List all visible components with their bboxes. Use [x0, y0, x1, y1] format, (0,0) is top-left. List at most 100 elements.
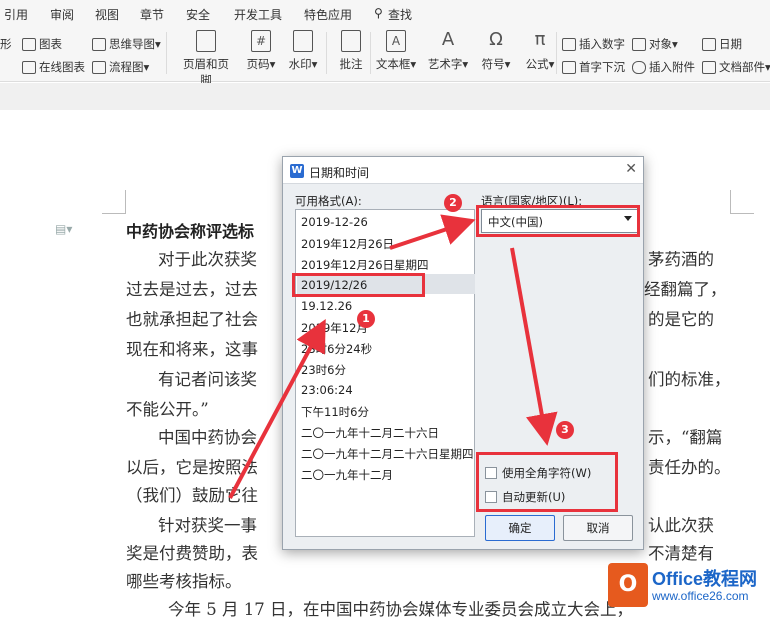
- doc-parts-button[interactable]: 文档部件 ▾: [702, 59, 770, 75]
- menu-security[interactable]: 安全: [186, 6, 210, 23]
- format-item[interactable]: 二〇一九年十二月二十六日: [301, 425, 439, 441]
- doc-line-right: 们的标准，: [648, 370, 731, 389]
- highlight-language: [476, 205, 640, 237]
- watermark-url: www.office26.com: [652, 589, 749, 603]
- watermark-button[interactable]: 水印▾: [280, 30, 326, 72]
- wordart-button[interactable]: A 艺术字▾: [424, 30, 472, 72]
- doc-line: 中国中药协会: [158, 428, 257, 447]
- chart-icon: [22, 37, 36, 51]
- header-footer-button[interactable]: 页眉和页脚: [178, 30, 234, 88]
- dialog-title: 日期和时间: [309, 166, 370, 180]
- office-logo-icon: O: [608, 563, 648, 607]
- mindmap-icon: [92, 37, 106, 51]
- textbox-icon: A: [386, 30, 406, 52]
- step-badge-2: 2: [444, 194, 462, 212]
- pi-icon: π: [534, 29, 546, 50]
- crop-mark: [102, 190, 126, 214]
- flowchart-button[interactable]: 流程图 ▾: [92, 59, 149, 75]
- format-item[interactable]: 2019年12月26日: [301, 236, 394, 252]
- doc-line: 哪些考核指标。: [126, 572, 242, 591]
- symbol-button[interactable]: Ω 符号▾: [474, 30, 518, 72]
- highlight-checkboxes: [476, 452, 618, 512]
- doc-line: 过去是过去，过去: [126, 280, 258, 299]
- site-watermark: O Office教程网 www.office26.com: [608, 563, 766, 607]
- doc-line: 有记者问该奖: [158, 370, 257, 389]
- format-item[interactable]: 二〇一九年十二月二十六日星期四: [301, 446, 474, 462]
- doc-line: 现在和将来，这事: [126, 340, 258, 359]
- calendar-icon: [702, 37, 716, 51]
- doc-parts-icon: [702, 60, 716, 74]
- wps-writer-icon: W: [290, 164, 304, 178]
- shape-button[interactable]: 形: [0, 36, 12, 52]
- dialog-titlebar[interactable]: W 日期和时间 ✕: [283, 157, 643, 184]
- page-number-button[interactable]: # 页码▾: [238, 30, 284, 72]
- ribbon-toolbar: 形 图表 思维导图 ▾ 在线图表 流程图 ▾ 页眉和页脚 # 页码▾ 水印▾ 批注 A…: [0, 26, 770, 87]
- doc-line: （我们）鼓励它往: [126, 486, 258, 505]
- watermark-brand: Office教程网: [652, 569, 758, 589]
- format-item[interactable]: 23:06:24: [301, 383, 353, 397]
- menu-view[interactable]: 视图: [95, 6, 119, 23]
- date-button[interactable]: 日期: [702, 36, 742, 52]
- online-chart-icon: [22, 60, 36, 74]
- online-chart-button[interactable]: 在线图表: [22, 59, 85, 75]
- menu-review[interactable]: 审阅: [50, 6, 74, 23]
- step-badge-1: 1: [357, 310, 375, 328]
- doc-line-right: 认此次获: [648, 516, 714, 535]
- flowchart-icon: [92, 60, 106, 74]
- menu-developer[interactable]: 开发工具: [234, 6, 282, 23]
- format-item[interactable]: 2019年12月26日星期四: [301, 257, 429, 273]
- format-item[interactable]: 2019-12-26: [301, 215, 368, 229]
- wordart-icon: A: [441, 29, 455, 50]
- doc-line-right: 的是它的: [648, 310, 714, 329]
- doc-line: 奖是付费赞助，表: [126, 544, 258, 563]
- drop-cap-button[interactable]: 首字下沉: [562, 59, 625, 75]
- mindmap-button[interactable]: 思维导图 ▾: [92, 36, 161, 52]
- doc-line: 今年 5 月 17 日，在中国中药协会媒体专业委员会成立大会上，: [168, 600, 633, 619]
- format-item[interactable]: 19.12.26: [301, 299, 352, 313]
- drop-cap-icon: [562, 60, 576, 74]
- doc-line-right: 经翻篇了，: [644, 280, 727, 299]
- watermark-icon: [293, 30, 313, 52]
- menu-chapter[interactable]: 章节: [140, 6, 164, 23]
- doc-line-right: 茅药酒的: [648, 250, 714, 269]
- document-title: 中药协会称评选标: [126, 222, 255, 241]
- formats-list[interactable]: 2019-12-26 2019年12月26日 2019年12月26日星期四 20…: [295, 209, 475, 537]
- format-item[interactable]: 23时6分: [301, 362, 346, 378]
- formats-label: 可用格式(A):: [295, 194, 362, 208]
- textbox-button[interactable]: A 文本框▾: [372, 30, 420, 72]
- comment-icon: [341, 30, 361, 52]
- menu-search[interactable]: 查找: [388, 6, 412, 23]
- chart-button[interactable]: 图表: [22, 36, 62, 52]
- object-icon: [632, 37, 646, 51]
- doc-line: 不能公开。”: [126, 400, 209, 419]
- step-badge-3: 3: [556, 421, 574, 439]
- doc-line: 针对获奖一事: [158, 516, 257, 535]
- format-item[interactable]: 23时6分24秒: [301, 341, 372, 357]
- doc-line-right: 责任办的。: [648, 458, 731, 477]
- menu-special[interactable]: 特色应用: [304, 6, 352, 23]
- page-icon[interactable]: ▤▾: [55, 222, 72, 236]
- attachment-button[interactable]: 插入附件: [632, 59, 695, 75]
- format-item[interactable]: 下午11时6分: [301, 404, 369, 420]
- crop-mark: [730, 190, 754, 214]
- omega-icon: Ω: [489, 29, 503, 50]
- comment-button[interactable]: 批注: [328, 30, 374, 72]
- doc-line-right: 示，“翻篇: [648, 428, 723, 447]
- menu-bar: 引用 审阅 视图 章节 安全 开发工具 特色应用 ⚲ 查找: [0, 0, 770, 26]
- format-item[interactable]: 二〇一九年十二月: [301, 467, 393, 483]
- search-icon[interactable]: ⚲: [374, 6, 383, 20]
- doc-line-right: 不清楚有: [648, 544, 714, 563]
- cancel-button[interactable]: 取消: [563, 515, 633, 541]
- doc-line: 对于此次获奖: [158, 250, 257, 269]
- doc-line: 也就承担起了社会: [126, 310, 258, 329]
- ruler-gap: [0, 83, 770, 110]
- ok-button[interactable]: 确定: [485, 515, 555, 541]
- insert-number-icon: [562, 37, 576, 51]
- page-number-icon: #: [251, 30, 271, 52]
- header-footer-icon: [196, 30, 216, 52]
- close-icon[interactable]: ✕: [625, 161, 637, 177]
- object-button[interactable]: 对象 ▾: [632, 36, 678, 52]
- menu-references[interactable]: 引用: [4, 6, 28, 23]
- insert-number-button[interactable]: 插入数字: [562, 36, 625, 52]
- highlight-selected-format: [292, 273, 425, 297]
